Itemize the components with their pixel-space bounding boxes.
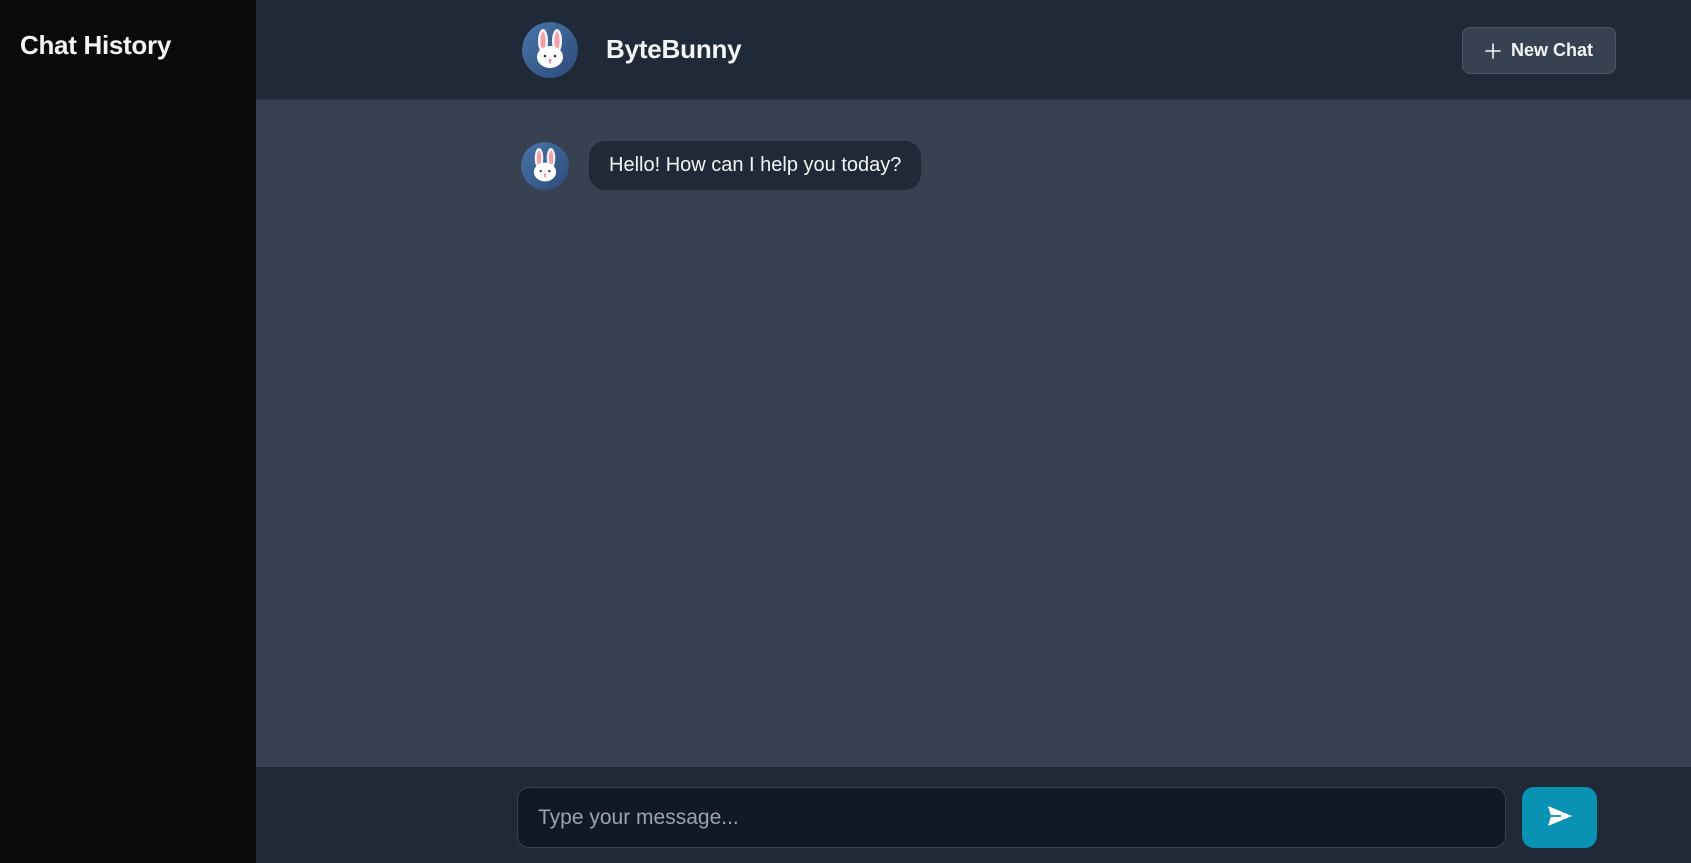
main-panel: ByteBunny New Chat Hello! How can I help… <box>256 0 1691 863</box>
plus-icon <box>1485 42 1501 59</box>
chat-header: ByteBunny New Chat <box>256 0 1691 100</box>
message-input[interactable] <box>517 787 1506 848</box>
send-button[interactable] <box>1522 787 1597 848</box>
new-chat-button[interactable]: New Chat <box>1462 27 1616 74</box>
message-bubble: Hello! How can I help you today? <box>589 141 922 190</box>
new-chat-label: New Chat <box>1510 40 1593 60</box>
sidebar: Chat History <box>0 0 256 863</box>
bot-name: ByteBunny <box>606 34 742 64</box>
send-icon <box>1547 805 1573 830</box>
message-list: Hello! How can I help you today? <box>256 100 1691 767</box>
chat-app: Chat History ByteBunny New Chat Hello! H… <box>0 0 1691 863</box>
message-row: Hello! How can I help you today? <box>521 141 922 190</box>
sidebar-title: Chat History <box>20 30 171 60</box>
composer <box>256 767 1691 863</box>
bunny-icon <box>521 141 569 190</box>
bunny-icon <box>522 22 578 78</box>
